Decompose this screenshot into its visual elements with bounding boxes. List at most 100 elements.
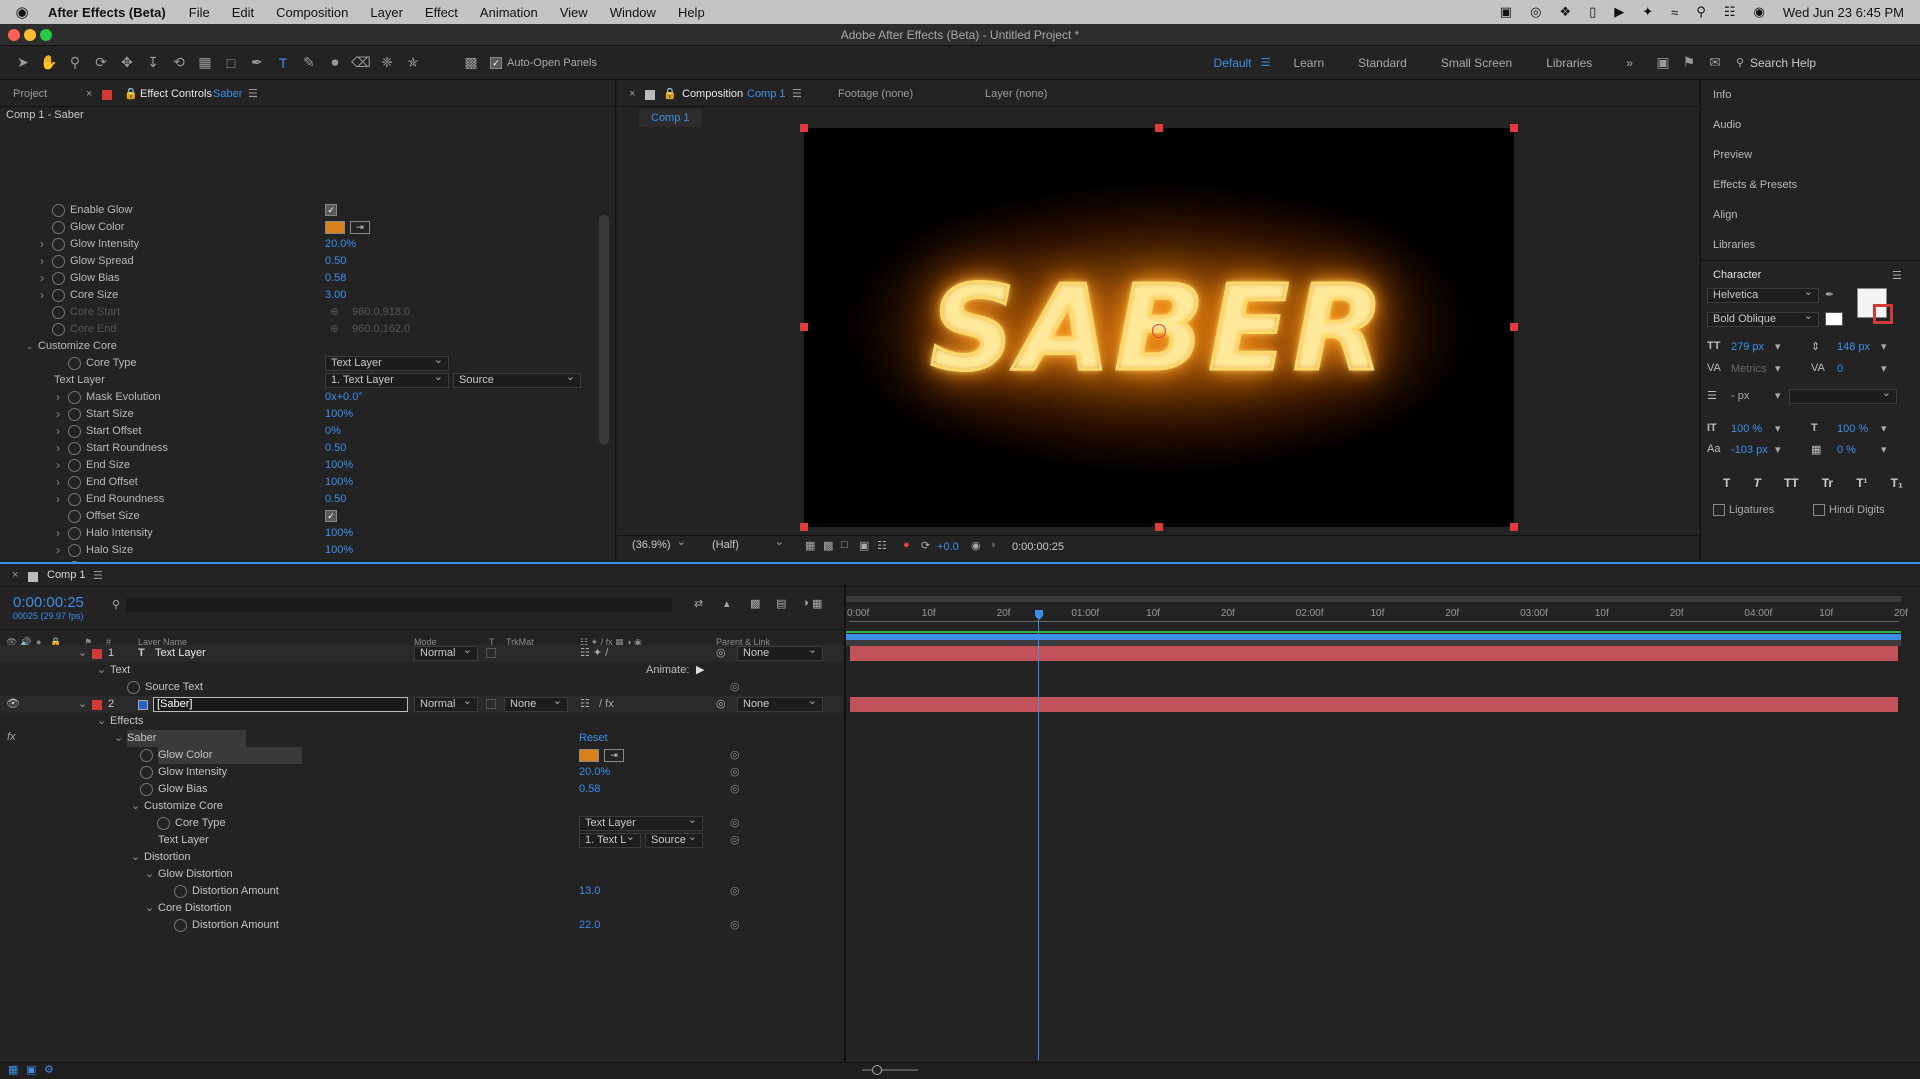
property-row[interactable]: ⌄ Customize Core bbox=[0, 798, 844, 815]
faux-bold-button[interactable]: T bbox=[1723, 476, 1730, 490]
layer-switches-icon[interactable]: ☷ ✦ / bbox=[580, 645, 608, 662]
effect-property-row[interactable]: › End Offset 100% bbox=[0, 474, 600, 491]
parent-dropdown[interactable]: None bbox=[737, 644, 823, 661]
core-type-dropdown[interactable]: Text Layer bbox=[579, 814, 703, 831]
effect-property-value[interactable]: 100% bbox=[325, 542, 353, 559]
pan-tool-icon[interactable]: ✥ bbox=[114, 51, 140, 75]
tab-composition[interactable]: Composition bbox=[682, 83, 743, 105]
show-snapshot-icon[interactable]: ◑ bbox=[989, 539, 996, 551]
effect-property-row[interactable]: › Halo Intensity 100% bbox=[0, 525, 600, 542]
effect-property-row[interactable]: › Halo Size 100% bbox=[0, 542, 600, 559]
comp-flowchart-icon[interactable]: ⇄ bbox=[694, 597, 703, 610]
twirl-closed-icon[interactable]: › bbox=[56, 474, 60, 491]
stopwatch-icon[interactable] bbox=[68, 391, 81, 404]
effect-property-row[interactable]: Text Layer 1. Text LayerSource bbox=[0, 371, 600, 389]
effect-property-row[interactable]: › Mask Evolution 0x+0.0° bbox=[0, 389, 600, 406]
effect-property-row[interactable]: Core Start ⊕ 960.0,918.0 bbox=[0, 304, 600, 321]
screen-icon[interactable]: ▣ bbox=[1500, 4, 1512, 20]
twirl-closed-icon[interactable]: › bbox=[56, 440, 60, 457]
hindi-digits-checkbox[interactable] bbox=[1813, 504, 1825, 516]
minimize-window-button[interactable] bbox=[24, 29, 36, 41]
effect-property-value[interactable]: 0.50 bbox=[325, 491, 346, 508]
eraser-tool-icon[interactable]: ⌫ bbox=[348, 51, 374, 75]
stopwatch-icon[interactable] bbox=[52, 255, 65, 268]
layer-row-saber[interactable]: 👁 ⌄ 2 [Saber] Normal None ☷ / fx ◎ None bbox=[0, 695, 844, 713]
transform-handle[interactable] bbox=[1510, 523, 1518, 531]
core-type-dropdown[interactable]: Text Layer bbox=[325, 354, 449, 371]
region-of-interest-icon[interactable]: ▣ bbox=[859, 539, 869, 552]
play-icon[interactable]: ▶ bbox=[1614, 4, 1624, 20]
selection-tool-icon[interactable]: ➤ bbox=[10, 51, 36, 75]
panel-effects-presets[interactable]: Effects & Presets bbox=[1713, 170, 1797, 200]
frame-blending-icon[interactable]: ▤ bbox=[776, 597, 786, 610]
transform-handle[interactable] bbox=[1155, 523, 1163, 531]
zoom-tool-icon[interactable]: ⚲ bbox=[62, 51, 88, 75]
menu-edit[interactable]: Edit bbox=[221, 5, 265, 20]
effect-property-row[interactable]: › Glow Bias 0.58 bbox=[0, 270, 600, 287]
resolution-dropdown[interactable]: (Half) bbox=[707, 536, 789, 554]
twirl-closed-icon[interactable]: › bbox=[40, 270, 44, 287]
effect-property-value[interactable]: 960.0,918.0 bbox=[352, 304, 410, 321]
stopwatch-icon[interactable] bbox=[174, 885, 187, 898]
property-row[interactable]: ⌄ Distortion bbox=[0, 849, 844, 866]
stopwatch-icon[interactable] bbox=[68, 527, 81, 540]
stopwatch-icon[interactable] bbox=[68, 442, 81, 455]
video-visibility-icon[interactable]: 👁 bbox=[6, 696, 20, 713]
transform-handle[interactable] bbox=[1510, 124, 1518, 132]
stopwatch-icon[interactable] bbox=[68, 493, 81, 506]
stopwatch-icon[interactable] bbox=[52, 204, 65, 217]
stopwatch-icon[interactable] bbox=[52, 306, 65, 319]
kerning-value[interactable]: Metrics bbox=[1731, 363, 1766, 375]
layer-name-input[interactable]: [Saber] bbox=[153, 697, 408, 712]
comp-panel-menu-icon[interactable]: ☰ bbox=[792, 83, 802, 105]
menu-file[interactable]: File bbox=[178, 5, 221, 20]
transform-handle[interactable] bbox=[1155, 124, 1163, 132]
timeline-menu-icon[interactable]: ☰ bbox=[93, 569, 103, 582]
twirl-closed-icon[interactable]: › bbox=[56, 457, 60, 474]
exposure-value[interactable]: +0.0 bbox=[937, 541, 959, 553]
twirl-open-icon[interactable]: ⌄ bbox=[131, 849, 140, 866]
text-group-row[interactable]: ⌄ Text Animate: ▶ bbox=[0, 662, 844, 679]
all-caps-button[interactable]: TT bbox=[1784, 476, 1799, 490]
effect-property-value[interactable]: 100% bbox=[325, 525, 353, 542]
twirl-closed-icon[interactable]: › bbox=[56, 542, 60, 559]
timeline-current-time[interactable]: 0:00:00:25 bbox=[13, 594, 84, 611]
motion-blur-icon[interactable]: ◑ bbox=[802, 597, 809, 609]
more-workspaces-icon[interactable]: » bbox=[1609, 56, 1650, 70]
expression-pickwhip-icon[interactable]: ◎ bbox=[730, 815, 740, 832]
dolly-tool-icon[interactable]: ↧ bbox=[140, 51, 166, 75]
twirl-open-icon[interactable]: ⌄ bbox=[145, 900, 154, 917]
twirl-open-icon[interactable]: ⌄ bbox=[97, 662, 106, 679]
effect-controls-layer-name[interactable]: Saber bbox=[213, 83, 242, 105]
stopwatch-icon[interactable] bbox=[140, 766, 153, 779]
ec-scrollbar[interactable] bbox=[599, 215, 609, 445]
hand-tool-icon[interactable]: ✋ bbox=[36, 51, 62, 75]
shy-layers-icon[interactable]: ▩ bbox=[750, 597, 760, 610]
effect-property-row[interactable]: › Glow Intensity 20.0% bbox=[0, 236, 600, 253]
rotate-tool-icon[interactable]: ⟲ bbox=[166, 51, 192, 75]
stopwatch-icon[interactable] bbox=[68, 408, 81, 421]
twirl-closed-icon[interactable]: › bbox=[40, 236, 44, 253]
layer-mode-dropdown[interactable]: Normal bbox=[414, 695, 478, 712]
layer-bar-text[interactable] bbox=[850, 646, 1898, 661]
comp-lock-icon[interactable]: 🔒 bbox=[663, 83, 677, 105]
effect-property-row[interactable]: ⌄ Customize Core bbox=[0, 338, 600, 355]
property-row[interactable]: ⌄ Core Distortion bbox=[0, 900, 844, 917]
stopwatch-icon[interactable] bbox=[52, 323, 65, 336]
baseline-shift-value[interactable]: -103 px bbox=[1731, 444, 1768, 456]
twirl-closed-icon[interactable]: › bbox=[40, 287, 44, 304]
expression-pickwhip-icon[interactable]: ◎ bbox=[730, 917, 740, 934]
layer-name[interactable]: Text Layer bbox=[155, 645, 206, 662]
puppet-tool-icon[interactable]: ✯ bbox=[400, 51, 426, 75]
expand-panes-icon[interactable]: ▣ bbox=[26, 1063, 36, 1076]
stopwatch-icon[interactable] bbox=[68, 544, 81, 557]
panel-audio[interactable]: Audio bbox=[1713, 110, 1741, 140]
stopwatch-icon[interactable] bbox=[157, 817, 170, 830]
twirl-closed-icon[interactable]: › bbox=[56, 525, 60, 542]
zoom-dropdown[interactable]: (36.9%) bbox=[627, 536, 691, 554]
graph-editor-icon[interactable]: ▦ bbox=[812, 597, 822, 610]
horizontal-scale-dropdown-icon[interactable]: ▾ bbox=[1881, 422, 1887, 435]
reset-exposure-icon[interactable]: ⟳ bbox=[921, 539, 930, 552]
stopwatch-icon[interactable] bbox=[140, 783, 153, 796]
spotlight-search-icon[interactable]: ⚲ bbox=[1696, 4, 1706, 20]
